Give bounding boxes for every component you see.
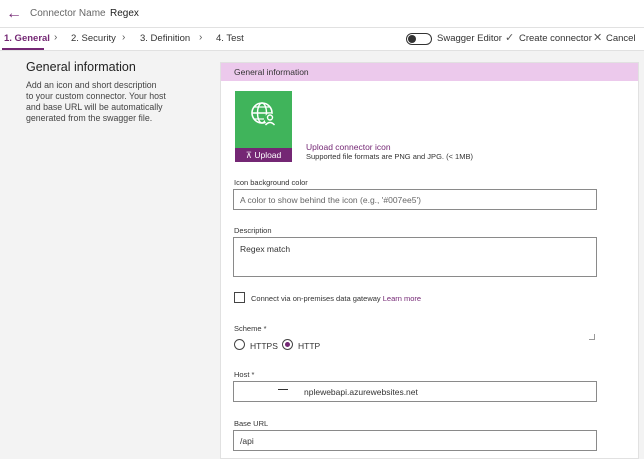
panel-header-title: General information: [234, 67, 309, 77]
tab-security[interactable]: 2. Security: [71, 33, 116, 44]
scheme-http-radio[interactable]: [282, 339, 293, 350]
scheme-https-radio[interactable]: [234, 339, 245, 350]
section-title: General information: [26, 60, 136, 74]
tab-definition[interactable]: 3. Definition: [140, 33, 190, 44]
chevron-right-icon: ›: [199, 32, 203, 43]
globe-person-icon: [251, 102, 276, 126]
section-description: Add an icon and short description to you…: [26, 80, 166, 123]
gateway-label: Connect via on-premises data gateway Lea…: [251, 294, 421, 303]
connector-icon-preview: ⊼ Upload: [235, 91, 292, 162]
description-textarea[interactable]: Regex match: [233, 237, 597, 277]
upload-connector-icon-link[interactable]: Upload connector icon: [306, 142, 391, 152]
tab-general[interactable]: 1. General: [4, 33, 50, 44]
upload-arrow-icon: ⊼: [245, 150, 252, 160]
chevron-right-icon: ›: [122, 32, 126, 43]
close-icon[interactable]: ✕: [593, 31, 602, 44]
connector-name-value[interactable]: Regex: [110, 8, 139, 19]
active-tab-underline: [2, 48, 44, 50]
icon-color-input[interactable]: [233, 189, 597, 210]
icon-color-label: Icon background color: [234, 178, 308, 187]
host-input[interactable]: [233, 381, 597, 402]
base-url-input[interactable]: [233, 430, 597, 451]
scheme-https-label: HTTPS: [250, 341, 278, 351]
chevron-right-icon: ›: [54, 32, 58, 43]
top-bar: ← Connector Name Regex: [0, 0, 644, 28]
host-label: Host *: [234, 370, 255, 379]
scheme-label: Scheme *: [234, 324, 267, 333]
redaction-mark: [278, 389, 288, 390]
upload-button[interactable]: ⊼ Upload: [235, 148, 292, 162]
create-connector-button[interactable]: Create connector: [519, 33, 592, 44]
tab-bar: 1. General › 2. Security › 3. Definition…: [0, 28, 644, 51]
scheme-http-label: HTTP: [298, 341, 321, 351]
swagger-editor-label[interactable]: Swagger Editor: [437, 33, 502, 44]
tab-test[interactable]: 4. Test: [216, 33, 244, 44]
gateway-checkbox[interactable]: [234, 292, 245, 303]
upload-button-label: Upload: [254, 150, 282, 160]
toggle-knob: [408, 35, 416, 43]
base-url-label: Base URL: [234, 419, 269, 428]
learn-more-link[interactable]: Learn more: [383, 294, 421, 303]
cancel-button[interactable]: Cancel: [606, 33, 636, 44]
swagger-editor-toggle[interactable]: [406, 33, 432, 45]
check-icon[interactable]: ✓: [505, 31, 514, 44]
connector-name-label: Connector Name: [30, 8, 106, 19]
upload-hint: Supported file formats are PNG and JPG. …: [306, 152, 473, 161]
panel-header: General information: [221, 63, 638, 81]
description-label: Description: [234, 226, 272, 235]
back-arrow-icon[interactable]: ←: [4, 4, 24, 24]
resize-grip-icon[interactable]: [589, 334, 595, 340]
general-information-panel: General information ⊼ Upload Upload conn…: [220, 62, 639, 459]
gateway-label-text: Connect via on-premises data gateway: [251, 294, 381, 303]
